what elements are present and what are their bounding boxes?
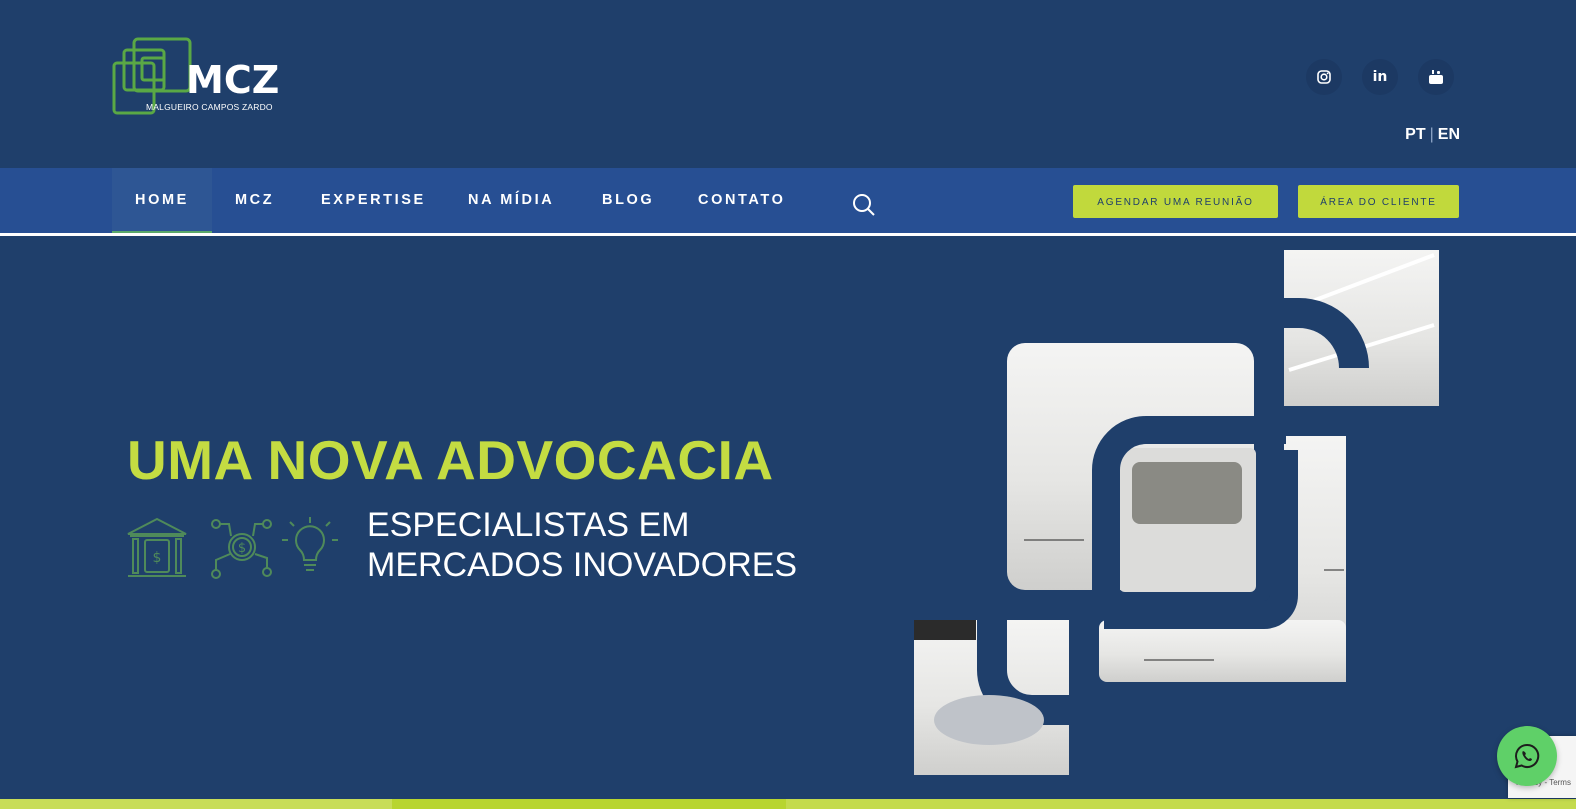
nav-home[interactable]: HOME xyxy=(112,168,212,233)
schedule-meeting-button[interactable]: AGENDAR UMA REUNIÃO xyxy=(1073,185,1278,218)
linkedin-icon: in xyxy=(1372,69,1388,85)
youtube-link[interactable] xyxy=(1418,59,1454,95)
nav-na-midia[interactable]: NA MÍDIA xyxy=(468,168,554,233)
svg-text:$: $ xyxy=(153,550,162,566)
whatsapp-button[interactable] xyxy=(1497,726,1557,786)
logo-text: MCZ xyxy=(186,58,280,102)
lang-pt[interactable]: PT xyxy=(1405,126,1425,143)
hero-subtitle-line1: ESPECIALISTAS EM xyxy=(367,506,690,544)
lang-en[interactable]: EN xyxy=(1438,126,1460,143)
instagram-link[interactable] xyxy=(1306,59,1342,95)
lightbulb-icon xyxy=(282,517,338,571)
hero-icon-group: $ $ xyxy=(127,517,338,579)
site-header: MCZ MALGUEIRO CAMPOS ZARDO in PT | EN xyxy=(0,0,1576,168)
nav-blog[interactable]: BLOG xyxy=(602,168,654,233)
hero-subtitle-line2: MERCADOS INOVADORES xyxy=(367,546,798,584)
logo-subtitle: MALGUEIRO CAMPOS ZARDO xyxy=(146,102,273,112)
youtube-icon xyxy=(1429,70,1443,84)
bank-icon: $ xyxy=(127,517,187,577)
office-collage-image xyxy=(914,250,1439,775)
search-icon[interactable] xyxy=(852,193,876,217)
lang-separator: | xyxy=(1429,126,1434,143)
nav-expertise[interactable]: EXPERTISE xyxy=(321,168,426,233)
linkedin-link[interactable]: in xyxy=(1362,59,1398,95)
nav-contato[interactable]: CONTATO xyxy=(698,168,785,233)
client-area-button[interactable]: ÁREA DO CLIENTE xyxy=(1298,185,1459,218)
instagram-icon xyxy=(1317,70,1331,84)
language-switcher: PT | EN xyxy=(1405,126,1460,144)
nav-mcz[interactable]: MCZ xyxy=(235,168,274,233)
hero-title: UMA NOVA ADVOCACIA xyxy=(127,429,774,491)
hero-subtitle: ESPECIALISTAS EM MERCADOS INOVADORES xyxy=(367,505,797,585)
bottom-accent-bar xyxy=(0,799,1576,809)
svg-text:$: $ xyxy=(238,541,246,556)
mcz-logo[interactable]: MCZ MALGUEIRO CAMPOS ZARDO xyxy=(112,36,292,120)
whatsapp-icon xyxy=(1514,743,1540,769)
money-network-icon: $ xyxy=(211,519,272,579)
